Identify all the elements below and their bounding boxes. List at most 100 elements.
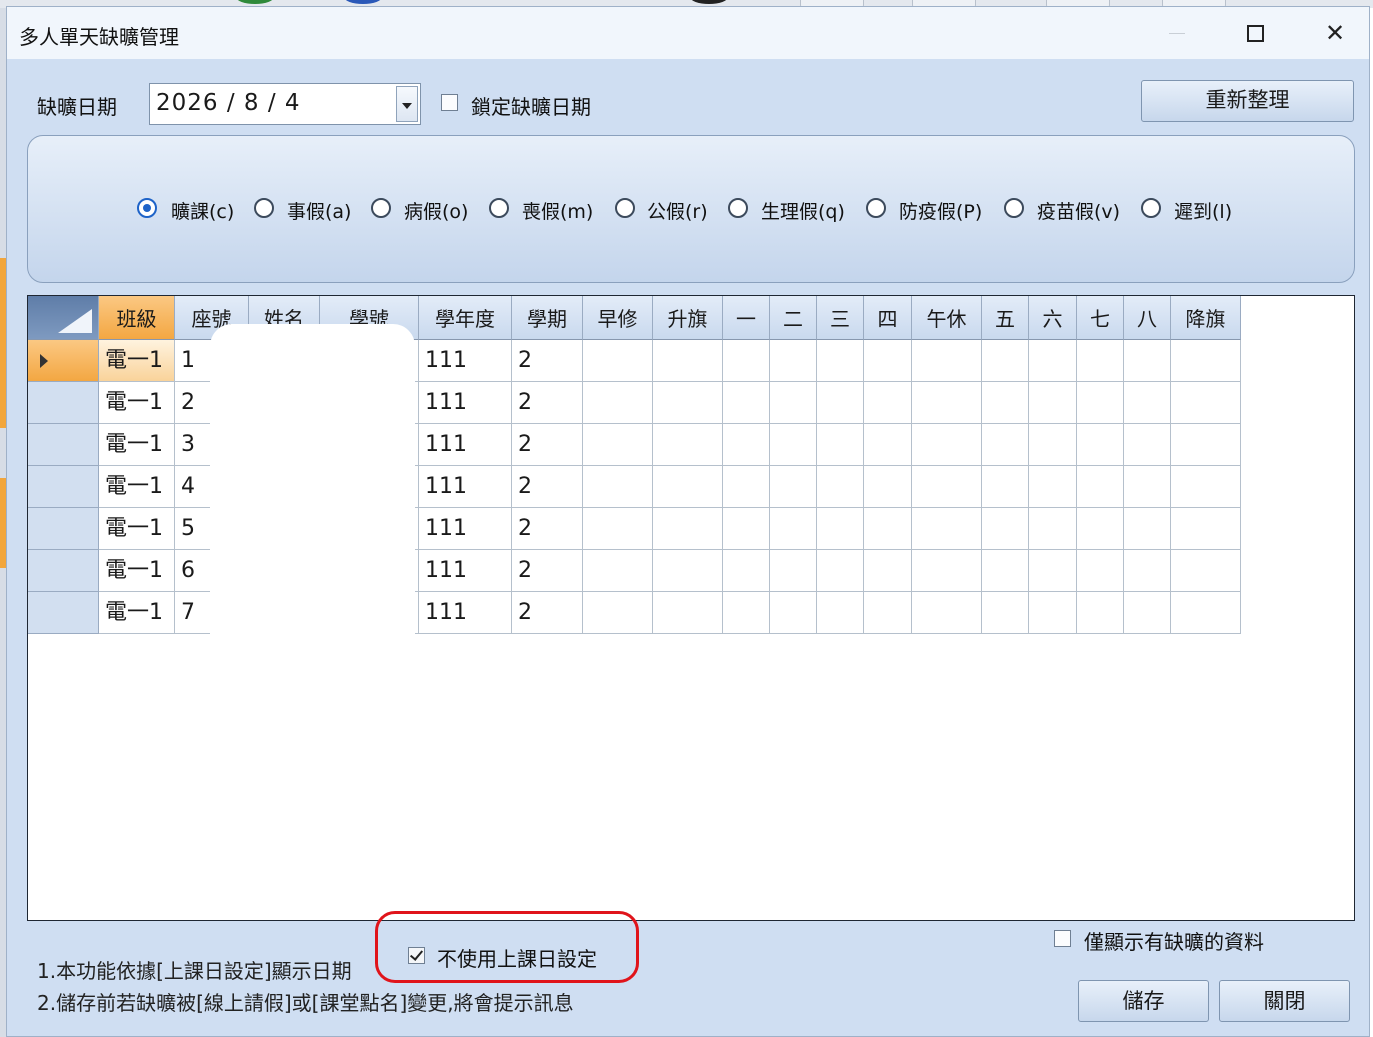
grid-cell[interactable]	[583, 424, 653, 466]
grid-cell[interactable]	[1171, 340, 1241, 382]
grid-cell[interactable]	[583, 508, 653, 550]
grid-cell[interactable]	[770, 382, 817, 424]
grid-cell[interactable]	[653, 424, 723, 466]
maximize-button[interactable]	[1233, 15, 1277, 51]
grid-cell[interactable]: 電一1	[99, 340, 175, 382]
row-header[interactable]	[28, 424, 99, 466]
grid-cell[interactable]	[817, 466, 864, 508]
grid-cell[interactable]	[1124, 508, 1171, 550]
grid-cell[interactable]	[1029, 550, 1077, 592]
absence-type-radio[interactable]	[866, 198, 886, 218]
grid-cell[interactable]	[864, 382, 912, 424]
column-header[interactable]: 早修	[583, 296, 653, 340]
grid-cell[interactable]: 2	[512, 466, 583, 508]
grid-cell[interactable]	[770, 592, 817, 634]
grid-cell[interactable]	[770, 424, 817, 466]
grid-cell[interactable]	[912, 466, 982, 508]
grid-cell[interactable]	[982, 466, 1029, 508]
grid-cell[interactable]	[653, 466, 723, 508]
grid-cell[interactable]	[817, 508, 864, 550]
grid-cell[interactable]	[723, 340, 770, 382]
grid-cell[interactable]	[583, 550, 653, 592]
grid-cell[interactable]	[723, 424, 770, 466]
grid-cell[interactable]: 2	[512, 508, 583, 550]
lock-date-checkbox[interactable]	[441, 94, 458, 111]
column-header[interactable]: 學年度	[419, 296, 512, 340]
grid-cell[interactable]	[770, 508, 817, 550]
grid-cell[interactable]	[583, 382, 653, 424]
grid-cell[interactable]: 2	[512, 550, 583, 592]
refresh-button[interactable]: 重新整理	[1141, 80, 1354, 122]
grid-cell[interactable]	[817, 424, 864, 466]
grid-cell[interactable]	[864, 508, 912, 550]
grid-cell[interactable]	[817, 592, 864, 634]
grid-cell[interactable]	[912, 382, 982, 424]
grid-cell[interactable]	[982, 340, 1029, 382]
grid-cell[interactable]	[653, 340, 723, 382]
grid-cell[interactable]	[723, 592, 770, 634]
grid-cell[interactable]	[982, 382, 1029, 424]
absence-type-radio[interactable]	[615, 198, 635, 218]
grid-cell[interactable]	[583, 340, 653, 382]
grid-cell[interactable]	[1171, 592, 1241, 634]
grid-cell[interactable]	[1171, 550, 1241, 592]
absence-type-label[interactable]: 公假(r)	[647, 197, 708, 224]
grid-cell[interactable]	[653, 550, 723, 592]
grid-cell[interactable]: 電一1	[99, 508, 175, 550]
grid-cell[interactable]	[1124, 340, 1171, 382]
grid-cell[interactable]	[583, 592, 653, 634]
grid-cell[interactable]: 電一1	[99, 382, 175, 424]
row-header[interactable]	[28, 508, 99, 550]
grid-cell[interactable]: 111	[419, 508, 512, 550]
grid-cell[interactable]	[1077, 424, 1124, 466]
absence-type-radio[interactable]	[1141, 198, 1161, 218]
absence-type-radio[interactable]	[137, 198, 157, 218]
grid-cell[interactable]	[1124, 550, 1171, 592]
date-picker[interactable]: 2026 / 8 / 4	[149, 83, 421, 125]
grid-cell[interactable]	[1029, 382, 1077, 424]
absence-type-radio[interactable]	[489, 198, 509, 218]
save-button[interactable]: 儲存	[1078, 980, 1209, 1022]
grid-cell[interactable]: 111	[419, 550, 512, 592]
grid-cell[interactable]	[1124, 382, 1171, 424]
grid-cell[interactable]: 111	[419, 592, 512, 634]
absence-type-label[interactable]: 事假(a)	[287, 197, 351, 224]
grid-cell[interactable]: 電一1	[99, 466, 175, 508]
grid-cell[interactable]	[1124, 592, 1171, 634]
grid-cell[interactable]	[770, 466, 817, 508]
grid-cell[interactable]	[1029, 424, 1077, 466]
grid-cell[interactable]: 電一1	[99, 424, 175, 466]
row-header[interactable]	[28, 466, 99, 508]
grid-cell[interactable]	[723, 508, 770, 550]
grid-cell[interactable]	[912, 508, 982, 550]
grid-cell[interactable]	[653, 508, 723, 550]
absence-type-label[interactable]: 喪假(m)	[522, 197, 593, 224]
minimize-button[interactable]	[1155, 15, 1199, 51]
grid-cell[interactable]	[770, 340, 817, 382]
grid-cell[interactable]	[723, 382, 770, 424]
grid-cell[interactable]	[1124, 466, 1171, 508]
grid-cell[interactable]	[1077, 592, 1124, 634]
column-header[interactable]: 三	[817, 296, 864, 340]
column-header[interactable]: 一	[723, 296, 770, 340]
grid-cell[interactable]	[723, 466, 770, 508]
grid-cell[interactable]	[1029, 508, 1077, 550]
absence-type-label[interactable]: 防疫假(P)	[899, 197, 982, 224]
row-header[interactable]	[28, 592, 99, 634]
column-header[interactable]: 午休	[912, 296, 982, 340]
column-header[interactable]: 學期	[512, 296, 583, 340]
grid-cell[interactable]	[1077, 466, 1124, 508]
grid-cell[interactable]: 111	[419, 382, 512, 424]
column-header[interactable]: 二	[770, 296, 817, 340]
grid-cell[interactable]: 111	[419, 340, 512, 382]
grid-cell[interactable]	[1029, 592, 1077, 634]
row-header[interactable]	[28, 550, 99, 592]
grid-cell[interactable]	[982, 592, 1029, 634]
grid-cell[interactable]	[583, 466, 653, 508]
absence-type-label[interactable]: 疫苗假(v)	[1037, 197, 1120, 224]
grid-cell[interactable]	[912, 592, 982, 634]
absence-type-label[interactable]: 生理假(q)	[761, 197, 845, 224]
absence-type-radio[interactable]	[254, 198, 274, 218]
column-header[interactable]: 四	[864, 296, 912, 340]
grid-cell[interactable]	[817, 340, 864, 382]
